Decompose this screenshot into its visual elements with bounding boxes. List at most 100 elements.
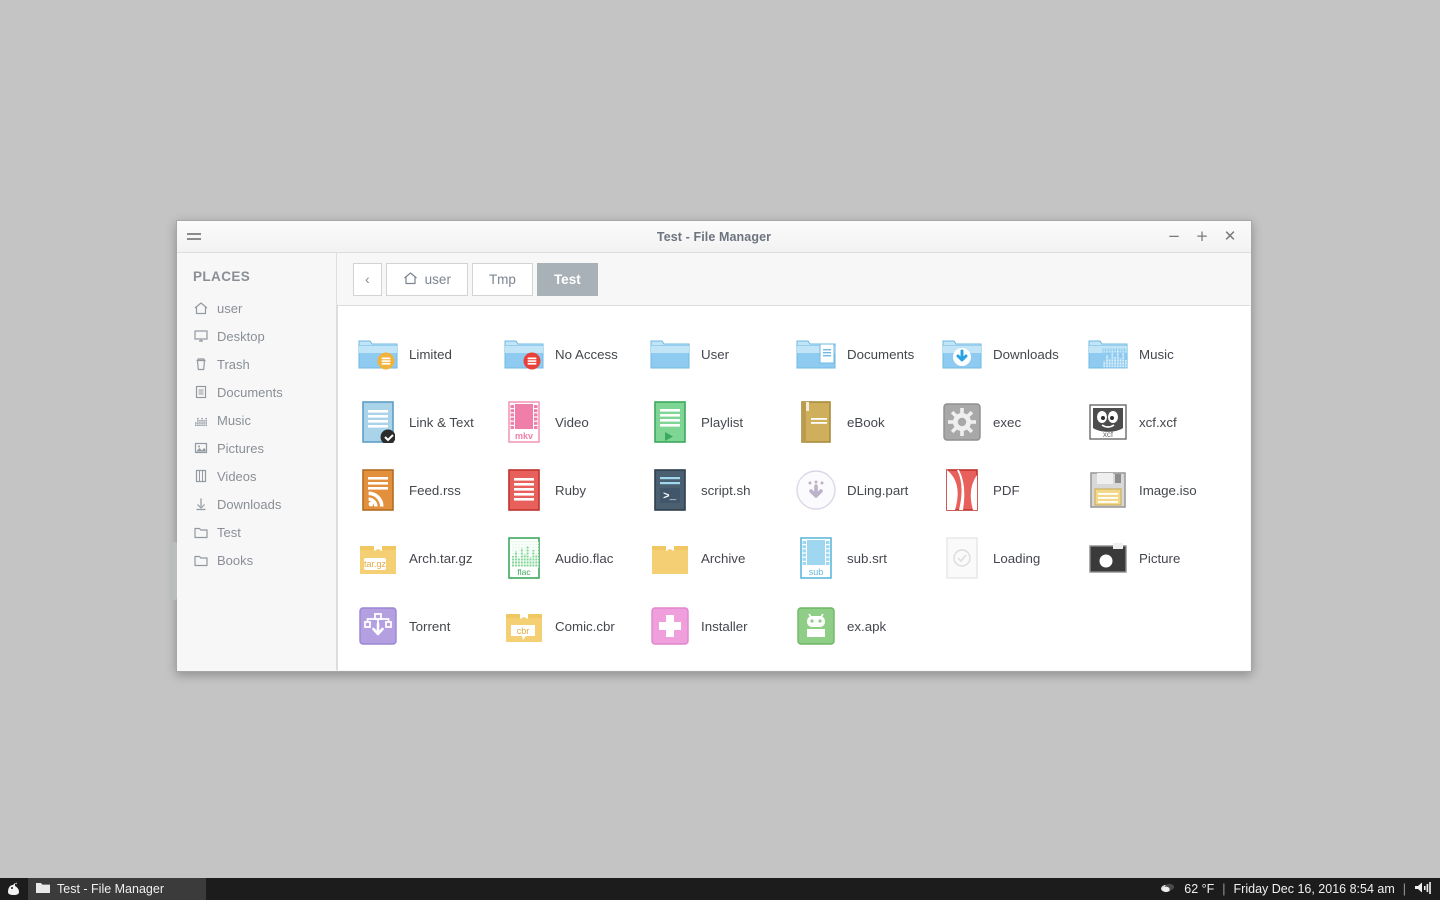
breadcrumb-tmp[interactable]: Tmp <box>471 262 533 296</box>
file-label: Torrent <box>409 618 451 634</box>
disk-image-icon <box>1086 468 1130 512</box>
sidebar-item-music[interactable]: Music <box>177 406 336 434</box>
file-list-pane[interactable]: Limited No Access User Documents Downloads Mu… <box>337 305 1250 670</box>
tray-separator-1: | <box>1222 882 1226 896</box>
speaker-icon[interactable] <box>1414 881 1432 897</box>
taskbar: Test - File Manager 62 °F | Friday Dec 1… <box>0 878 1440 900</box>
file-item[interactable]: Torrent <box>350 592 496 660</box>
breadcrumb-label: Tmp <box>488 271 516 287</box>
temperature-label: 62 °F <box>1184 882 1215 896</box>
breadcrumb-items: user Tmp Test <box>385 262 598 296</box>
file-label: Arch.tar.gz <box>409 550 473 566</box>
file-item[interactable]: DLing.part <box>788 456 934 524</box>
svg-text:xcf: xcf <box>1103 430 1114 439</box>
file-item[interactable]: Archive <box>642 524 788 592</box>
sidebar-item-books[interactable]: Books <box>177 546 336 574</box>
file-item[interactable]: Link & Text <box>350 388 496 456</box>
file-item[interactable]: Playlist <box>642 388 788 456</box>
file-item[interactable]: cbr Comic.cbr <box>496 592 642 660</box>
sidebar-item-trash[interactable]: Trash <box>177 350 336 378</box>
sidebar-item-user[interactable]: user <box>177 294 336 322</box>
file-item[interactable]: Downloads <box>934 320 1080 388</box>
file-item[interactable]: mkv Video <box>496 388 642 456</box>
file-item[interactable]: PDF <box>934 456 1080 524</box>
folder-noaccess-icon <box>502 332 546 376</box>
file-label: Link & Text <box>409 414 474 430</box>
file-item[interactable]: eBook <box>788 388 934 456</box>
file-item[interactable]: Image.iso <box>1080 456 1226 524</box>
sidebar-item-label: Documents <box>217 384 283 400</box>
file-item[interactable]: Limited <box>350 320 496 388</box>
file-item[interactable]: Picture <box>1080 524 1226 592</box>
file-label: xcf.xcf <box>1139 414 1177 430</box>
file-item[interactable]: Installer <box>642 592 788 660</box>
sidebar-item-documents[interactable]: Documents <box>177 378 336 406</box>
playlist-icon <box>648 400 692 444</box>
maximize-button[interactable]: + <box>1195 229 1209 244</box>
file-item[interactable]: exec <box>934 388 1080 456</box>
minimize-button[interactable]: − <box>1167 229 1181 244</box>
loading-icon <box>940 536 984 580</box>
breadcrumb-test[interactable]: Test <box>536 262 598 296</box>
executable-gear-icon <box>940 400 984 444</box>
window-titlebar[interactable]: Test - File Manager − + ✕ <box>177 221 1251 253</box>
tray-separator-2: | <box>1402 882 1406 896</box>
audio-flac-icon: flac <box>502 536 546 580</box>
file-label: eBook <box>847 414 885 430</box>
back-button[interactable]: ‹ <box>353 262 382 296</box>
sidebar-item-label: Music <box>217 412 251 428</box>
file-item[interactable]: Feed.rss <box>350 456 496 524</box>
music-icon <box>194 413 208 427</box>
file-label: Feed.rss <box>409 482 461 498</box>
monitor-icon <box>194 329 208 343</box>
close-button[interactable]: ✕ <box>1223 229 1237 244</box>
sidebar-scrollbar[interactable] <box>172 542 177 600</box>
file-item[interactable]: Loading <box>934 524 1080 592</box>
file-label: No Access <box>555 346 618 362</box>
torrent-icon <box>356 604 400 648</box>
cloud-icon[interactable] <box>1160 882 1176 897</box>
folder-downloads-icon <box>940 332 984 376</box>
file-label: User <box>701 346 730 362</box>
file-label: ex.apk <box>847 618 887 634</box>
start-menu-icon[interactable] <box>0 878 28 900</box>
video-mkv-icon: mkv <box>502 400 546 444</box>
file-label: PDF <box>993 482 1020 498</box>
comic-cbr-icon: cbr <box>502 604 546 648</box>
hamburger-menu-icon[interactable] <box>183 233 209 240</box>
file-label: Comic.cbr <box>555 618 615 634</box>
file-item[interactable]: sub sub.srt <box>788 524 934 592</box>
svg-text:cbr: cbr <box>517 626 530 636</box>
sidebar-item-pictures[interactable]: Pictures <box>177 434 336 462</box>
picture-icon <box>194 441 208 455</box>
file-item[interactable]: xcf xcf.xcf <box>1080 388 1226 456</box>
folder-icon <box>194 525 208 539</box>
sidebar-item-desktop[interactable]: Desktop <box>177 322 336 350</box>
system-tray: 62 °F | Friday Dec 16, 2016 8:54 am | <box>1160 881 1440 897</box>
clock-label[interactable]: Friday Dec 16, 2016 8:54 am <box>1234 882 1395 896</box>
sidebar-item-test[interactable]: Test <box>177 518 336 546</box>
folder-documents-icon <box>794 332 838 376</box>
file-item[interactable]: >_ script.sh <box>642 456 788 524</box>
file-label: Ruby <box>555 482 587 498</box>
breadcrumb-user[interactable]: user <box>385 262 468 296</box>
taskbar-window-button[interactable]: Test - File Manager <box>28 878 206 900</box>
file-item[interactable]: No Access <box>496 320 642 388</box>
file-item[interactable]: User <box>642 320 788 388</box>
trash-icon <box>194 357 208 371</box>
home-icon <box>403 271 418 288</box>
file-label: Limited <box>409 346 452 362</box>
file-item[interactable]: ex.apk <box>788 592 934 660</box>
file-label: Image.iso <box>1139 482 1197 498</box>
sidebar-item-videos[interactable]: Videos <box>177 462 336 490</box>
file-item[interactable]: tar.gz Arch.tar.gz <box>350 524 496 592</box>
file-item[interactable]: Ruby <box>496 456 642 524</box>
ebook-icon <box>794 400 838 444</box>
file-item[interactable]: flac Audio.flac <box>496 524 642 592</box>
file-item[interactable]: Documents <box>788 320 934 388</box>
svg-text:>_: >_ <box>663 491 677 503</box>
folder-icon <box>194 553 208 567</box>
file-item[interactable]: Music <box>1080 320 1226 388</box>
sidebar-item-label: Videos <box>217 468 257 484</box>
sidebar-item-downloads[interactable]: Downloads <box>177 490 336 518</box>
